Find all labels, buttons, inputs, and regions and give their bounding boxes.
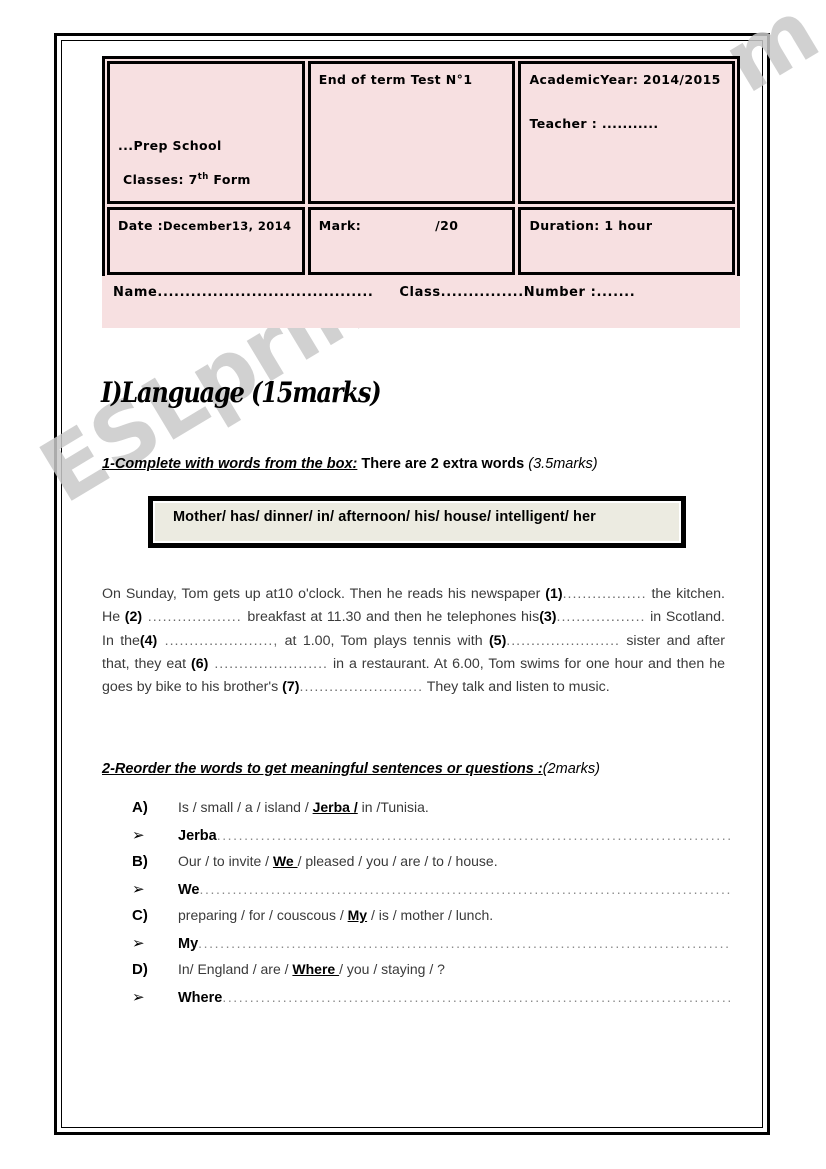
gap-blank[interactable]: ....................... (208, 656, 328, 672)
scrambled-word-highlighted: My (347, 907, 368, 923)
gap-number: (4) (139, 632, 158, 649)
duration-cell: Duration: 1 hour (518, 207, 735, 275)
answer-start-word: My (178, 936, 199, 952)
exercise2-marks: (2marks) (542, 761, 600, 777)
reorder-item-label: A) (132, 799, 148, 816)
academic-year: AcademicYear: 2014/2015 (529, 72, 721, 87)
gap-number: (6) (191, 655, 209, 672)
gap-number: (7) (282, 679, 300, 696)
date-cell: Date :December13, 2014 (107, 207, 305, 275)
name-class-number-row: Name....................................… (102, 276, 740, 328)
mark-cell: Mark: /20 (307, 207, 516, 275)
scrambled-word-highlighted: We (272, 853, 298, 869)
exercise1-instruction-mid: There are 2 extra words (357, 456, 529, 472)
reorder-item-label: B) (132, 853, 148, 870)
gap-number: (2) (124, 609, 143, 626)
scrambled-word-highlighted: Jerba / (312, 799, 358, 815)
reorder-item: C) preparing / for / couscous / My / is /… (132, 907, 732, 961)
gap-blank[interactable]: ....................... (506, 633, 620, 649)
reorder-item: D) In/ England / are / Where / you / stay… (132, 961, 732, 1015)
teacher-field: Teacher : ........... (529, 116, 659, 132)
exercise2-instruction-lead: 2-Reorder the words to get meaningful se… (102, 761, 543, 777)
header-row-2: Date :December13, 2014 Mark: /20 Duration… (107, 207, 735, 275)
arrow-bullet-icon: ➢ (132, 934, 145, 952)
test-title-cell: End of term Test N°1 (307, 61, 516, 204)
answer-blank[interactable]: ........................................… (222, 989, 732, 1005)
reorder-question: C) preparing / for / couscous / My / is /… (132, 907, 732, 934)
arrow-bullet-icon: ➢ (132, 988, 145, 1006)
answer-start-word: We (178, 882, 200, 898)
duration-value: Duration: 1 hour (529, 218, 653, 233)
gap-blank[interactable]: ......................, (157, 633, 278, 649)
school-name: ...Prep School (118, 137, 222, 153)
reorder-answer-line[interactable]: ➢ Jerba..................................… (132, 826, 732, 853)
passage-text: breakfast at 11.30 and then he telephone… (247, 609, 540, 626)
scrambled-words-before: Our / to invite / (178, 853, 273, 869)
scrambled-words-before: preparing / for / couscous / (178, 907, 348, 923)
mark-value: /20 (435, 218, 459, 233)
answer-blank[interactable]: ........................................… (200, 881, 733, 897)
classes-line: Classes: 7th Form (123, 171, 251, 189)
scrambled-word-highlighted: Where (292, 961, 340, 977)
gap-number: (1) (545, 586, 563, 602)
reorder-item-label: C) (132, 907, 148, 924)
arrow-bullet-icon: ➢ (132, 880, 145, 898)
word-bank-box: Mother/ has/ dinner/ in/ afternoon/ his/… (148, 496, 686, 548)
header-table: ...Prep School Classes: 7th Form End of … (102, 56, 740, 280)
classes-prefix: Classes: 7 (123, 171, 198, 187)
exercise1-instruction-lead: 1-Complete with words from the box: (102, 456, 358, 472)
date-label: Date : (118, 218, 164, 233)
page-title: I)Language (15marks) (101, 376, 382, 409)
exercise1-marks: (3.5marks) (528, 456, 598, 472)
exercise2-instruction: 2-Reorder the words to get meaningful se… (102, 761, 600, 777)
gap-blank[interactable]: ................. (563, 586, 647, 602)
answer-blank[interactable]: ........................................… (217, 827, 732, 843)
gap-blank[interactable]: ................... (142, 609, 247, 625)
word-bank-words: Mother/ has/ dinner/ in/ afternoon/ his/… (155, 503, 679, 541)
reorder-scrambled-words: preparing / for / couscous / My / is / m… (178, 907, 493, 923)
name-field: Name....................................… (113, 285, 374, 300)
scrambled-words-after: / is / mother / lunch. (367, 907, 494, 923)
gap-number: (5) (488, 632, 507, 649)
answer-start-word: Where (178, 990, 223, 1006)
scrambled-words-after: in /Tunisia. (357, 799, 429, 815)
class-number-field: Class...............Number :....... (399, 285, 636, 300)
reorder-answer-line[interactable]: ➢ My.....................................… (132, 934, 732, 961)
date-value: December13, 2014 (163, 219, 292, 233)
test-title: End of term Test N°1 (318, 72, 473, 87)
reorder-scrambled-words: In/ England / are / Where / you / stayin… (178, 961, 445, 977)
reorder-answer-line[interactable]: ➢ Where..................................… (132, 988, 732, 1015)
gap-blank[interactable]: ......................... (300, 679, 424, 695)
answer-blank[interactable]: ........................................… (198, 935, 732, 951)
reorder-item-label: D) (132, 961, 148, 978)
reorder-item: A) Is / small / a / island / Jerba / in /… (132, 799, 732, 853)
classes-ordinal: th (197, 171, 209, 182)
reorder-exercise-list: A) Is / small / a / island / Jerba / in /… (132, 799, 732, 1015)
passage-text: at 1.00, Tom plays tennis with (278, 632, 489, 649)
reorder-item: B) Our / to invite / We / pleased / you /… (132, 853, 732, 907)
exercise1-instruction: 1-Complete with words from the box: Ther… (102, 456, 598, 472)
scrambled-words-before: Is / small / a / island / (178, 799, 313, 815)
school-cell: ...Prep School Classes: 7th Form (107, 61, 305, 204)
gap-fill-passage[interactable]: On Sunday, Tom gets up at10 o'clock. The… (102, 583, 725, 699)
reorder-answer-line[interactable]: ➢ We.....................................… (132, 880, 732, 907)
header-row-1: ...Prep School Classes: 7th Form End of … (107, 61, 735, 204)
academic-year-cell: AcademicYear: 2014/2015 Teacher : ......… (518, 61, 735, 204)
reorder-question: A) Is / small / a / island / Jerba / in /… (132, 799, 732, 826)
arrow-bullet-icon: ➢ (132, 826, 145, 844)
reorder-scrambled-words: Is / small / a / island / Jerba / in /Tu… (178, 799, 429, 815)
passage-text: On Sunday, Tom gets up at10 o'clock. The… (102, 586, 546, 602)
gap-blank[interactable]: .................. (557, 609, 646, 625)
reorder-scrambled-words: Our / to invite / We / pleased / you / a… (178, 853, 498, 869)
scrambled-words-after: / you / staying / ? (339, 961, 445, 977)
scrambled-words-after: / pleased / you / are / to / house. (297, 853, 498, 869)
mark-label: Mark: (318, 218, 362, 233)
reorder-question: D) In/ England / are / Where / you / stay… (132, 961, 732, 988)
scrambled-words-before: In/ England / are / (178, 961, 293, 977)
classes-suffix: Form (208, 171, 251, 187)
passage-text: They talk and listen to music. (423, 679, 610, 696)
reorder-question: B) Our / to invite / We / pleased / you /… (132, 853, 732, 880)
answer-start-word: Jerba (178, 828, 217, 844)
gap-number: (3) (539, 609, 557, 626)
